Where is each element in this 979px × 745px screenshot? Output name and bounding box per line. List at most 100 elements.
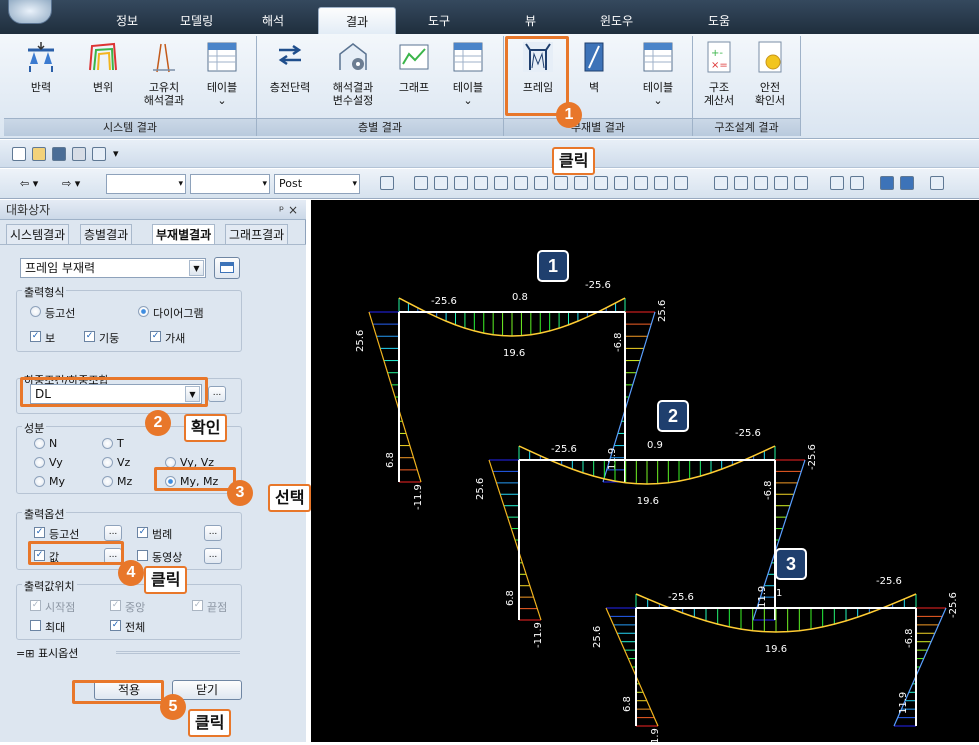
menu-view[interactable]: 뷰 [525, 12, 536, 29]
save-icon[interactable] [52, 147, 66, 161]
highlight-apply [72, 680, 164, 704]
comp-vy-radio[interactable] [34, 457, 45, 468]
toolbar-tool-icon[interactable] [714, 176, 728, 190]
toolbar-tool-icon[interactable] [494, 176, 508, 190]
column-checkbox[interactable]: ✓ [84, 331, 95, 342]
tab-system-results[interactable]: 시스템결과 [6, 224, 70, 244]
comp-mz-radio[interactable] [102, 476, 113, 487]
menu-window[interactable]: 윈도우 [600, 12, 633, 29]
menu-tools[interactable]: 도구 [428, 12, 450, 29]
displacement-button[interactable]: 변위 [78, 40, 128, 94]
toolbar-tool-icon[interactable] [414, 176, 428, 190]
comp-t-radio[interactable] [102, 438, 113, 449]
calc-report-icon: +-×= [707, 41, 731, 73]
undo-icon[interactable]: ⇦ ▾ [20, 177, 38, 190]
toolbar-tool-icon[interactable] [434, 176, 448, 190]
member-table-button[interactable]: 테이블 ⌄ [636, 40, 680, 107]
app-logo[interactable] [8, 0, 52, 24]
tab-story-results[interactable]: 층별결과 [80, 224, 133, 244]
menu-help[interactable]: 도움 [708, 12, 730, 29]
toolbar-tool-icon[interactable] [900, 176, 914, 190]
wall-button[interactable]: 벽 [574, 40, 614, 94]
brace-checkbox[interactable]: ✓ [150, 331, 161, 342]
toolbar-tool-icon[interactable] [774, 176, 788, 190]
dialog-panel: 대화상자 ᵖ × 시스템결과 층별결과 부재별결과 그래프결과 프레임 부재력 ▼ … [0, 200, 306, 742]
toolbar-tool-icon[interactable] [454, 176, 468, 190]
system-table-button[interactable]: 테이블 ⌄ [200, 40, 244, 107]
calc-report-button[interactable]: +- ×= 구조 계산서 [698, 40, 740, 107]
toolbar-tool-icon[interactable] [534, 176, 548, 190]
model-viewport[interactable]: -25.6 0.8 -25.6 19.6 25.6 6.8 -11.9 -6.8 11.9 25.… [311, 200, 979, 745]
menu-analysis[interactable]: 해석 [262, 12, 284, 29]
graph-button[interactable]: 그래프 [390, 40, 438, 94]
menu-modeling[interactable]: 모델링 [180, 12, 213, 29]
story-shear-button[interactable]: 층전단력 [262, 40, 318, 94]
pos-start-checkbox[interactable]: ✓ [30, 600, 41, 611]
pos-max-checkbox[interactable] [30, 620, 41, 631]
post-combo[interactable]: Post ▾ [274, 174, 360, 194]
option-contour-more-button[interactable]: ... [104, 525, 122, 541]
option-legend-checkbox[interactable]: ✓ [137, 527, 148, 538]
display-options-label: 표시옵션 [37, 647, 79, 660]
pos-mid-checkbox[interactable]: ✓ [110, 600, 121, 611]
toolbar-tool-icon[interactable] [734, 176, 748, 190]
option-contour-checkbox[interactable]: ✓ [34, 527, 45, 538]
beam-checkbox[interactable]: ✓ [30, 331, 41, 342]
analysis-result-settings-button[interactable]: 해석결과 변수설정 [324, 40, 382, 107]
print-preview-icon[interactable] [92, 147, 106, 161]
pos-all-checkbox[interactable]: ✓ [110, 620, 121, 631]
component-legend: 성분 [22, 420, 47, 436]
highlight-value-option [28, 541, 124, 565]
toolbar-tool-icon[interactable] [634, 176, 648, 190]
comp-my-radio[interactable] [34, 476, 45, 487]
table-view-button[interactable] [214, 257, 240, 279]
option-animation-checkbox[interactable] [137, 550, 148, 561]
pin-close-icon[interactable]: ᵖ × [279, 200, 298, 220]
toolbar-tool-icon[interactable] [594, 176, 608, 190]
toolbar-tool-icon[interactable] [554, 176, 568, 190]
safety-check-button[interactable]: 안전 확인서 [746, 40, 794, 107]
option-animation-more-button[interactable]: ... [204, 548, 222, 564]
menu-results[interactable]: 결과 [318, 7, 396, 34]
diagram-radio[interactable] [138, 306, 149, 317]
toolbar-tool-icon[interactable] [574, 176, 588, 190]
eigen-results-button[interactable]: 고유치 해석결과 [136, 40, 192, 107]
tab-graph-results[interactable]: 그래프결과 [225, 224, 289, 244]
pos-end-checkbox[interactable]: ✓ [192, 600, 203, 611]
display-options-expander[interactable]: =⊞ 표시옵션 [16, 645, 78, 661]
close-button[interactable]: 닫기 [172, 680, 242, 700]
print-icon[interactable] [72, 147, 86, 161]
qa-dropdown-icon[interactable]: ▾ [113, 147, 119, 160]
toolbar-tool-icon[interactable] [614, 176, 628, 190]
comp-vz-radio[interactable] [102, 457, 113, 468]
toolbar-tool-icon[interactable] [830, 176, 844, 190]
new-file-icon[interactable] [12, 147, 26, 161]
story-table-button[interactable]: 테이블 ⌄ [446, 40, 490, 107]
reaction-label: 반력 [30, 81, 52, 94]
option-legend-more-button[interactable]: ... [204, 525, 222, 541]
member-force-combo[interactable]: 프레임 부재력 ▼ [20, 258, 206, 278]
toolbar-tool-icon[interactable] [380, 176, 394, 190]
redo-icon[interactable]: ⇨ ▾ [62, 177, 80, 190]
toolbar-tool-icon[interactable] [794, 176, 808, 190]
toolbar-tool-icon[interactable] [514, 176, 528, 190]
toolbar-tool-icon[interactable] [474, 176, 488, 190]
open-folder-icon[interactable] [32, 147, 46, 161]
toolbar-tool-icon[interactable] [850, 176, 864, 190]
toolbar-tool-icon[interactable] [654, 176, 668, 190]
calc-report-label-1: 구조 [708, 81, 730, 94]
reaction-button[interactable]: 반력 [16, 40, 66, 94]
load-more-button[interactable]: ... [208, 386, 226, 402]
contour-radio[interactable] [30, 306, 41, 317]
tab-member-results[interactable]: 부재별결과 [152, 224, 216, 244]
menu-info[interactable]: 정보 [116, 12, 138, 29]
comp-n-radio[interactable] [34, 438, 45, 449]
comp-my-label: My [49, 475, 66, 488]
toolbar-tool-icon[interactable] [930, 176, 944, 190]
toolbar-tool-icon[interactable] [880, 176, 894, 190]
beam-span-value-label: 19.6 [503, 348, 525, 359]
toolbar-tool-icon[interactable] [674, 176, 688, 190]
toolbar-combo-2[interactable]: ▾ [190, 174, 270, 194]
toolbar-tool-icon[interactable] [754, 176, 768, 190]
toolbar-combo-1[interactable]: ▾ [106, 174, 186, 194]
